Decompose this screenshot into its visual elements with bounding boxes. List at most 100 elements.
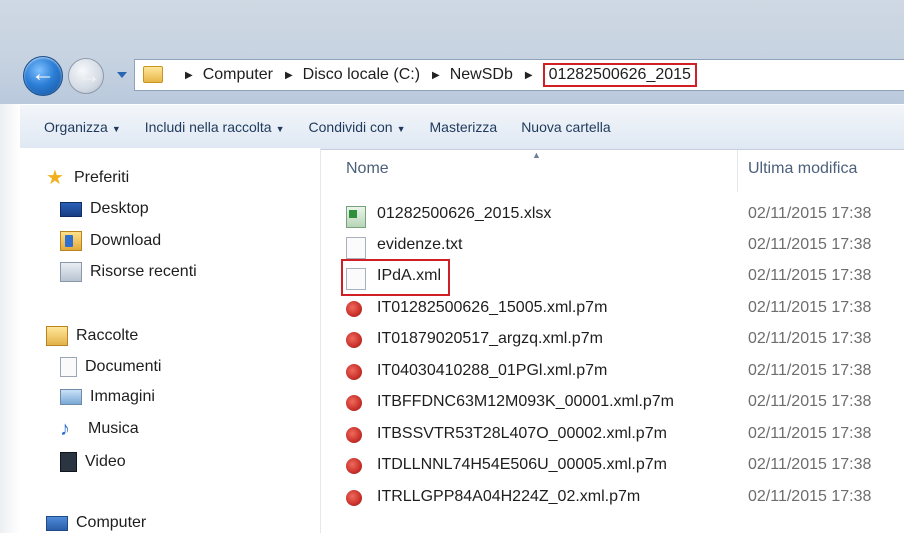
star-icon: ★ — [46, 167, 64, 189]
nav-label: Risorse recenti — [90, 263, 197, 280]
music-icon: ♪ — [60, 418, 70, 440]
share-with-menu[interactable]: Condividi con ▼ — [309, 119, 406, 135]
nav-label: Computer — [76, 514, 147, 531]
command-bar: Organizza ▼ Includi nella raccolta ▼ Condi… — [20, 104, 904, 150]
desktop-icon — [60, 201, 82, 217]
chevron-down-icon: ▼ — [396, 124, 406, 134]
images-icon — [60, 389, 82, 405]
address-bar[interactable]: ▶ Computer ▶ Disco locale (C:) ▶ NewSDb … — [134, 59, 904, 91]
organize-label: Organizza — [44, 119, 108, 135]
navigation-pane: ★ Preferiti Desktop Download Risorse rec… — [20, 148, 321, 533]
file-row[interactable]: ITBFFDNC63M12M093K_00001.xml.p7m 02/11/2… — [321, 388, 904, 419]
signed-file-icon — [346, 490, 362, 506]
file-row[interactable]: evidenze.txt 02/11/2015 17:38 — [321, 231, 904, 262]
chevron-right-icon[interactable]: ▶ — [285, 70, 293, 81]
file-modified: 02/11/2015 17:38 — [748, 236, 872, 253]
folder-icon — [143, 66, 163, 83]
nav-item-documents[interactable]: Documenti — [60, 357, 161, 377]
xml-file-icon — [346, 268, 366, 290]
chevron-right-icon[interactable]: ▶ — [432, 70, 440, 81]
download-folder-icon — [60, 231, 82, 251]
file-name: evidenze.txt — [377, 236, 463, 253]
nav-label: Immagini — [90, 388, 155, 405]
file-row[interactable]: IT01282500626_15005.xml.p7m 02/11/2015 1… — [321, 294, 904, 325]
column-divider[interactable] — [737, 150, 738, 192]
sort-ascending-icon: ▲ — [532, 150, 541, 160]
back-button[interactable]: ← — [23, 56, 63, 96]
new-folder-button[interactable]: Nuova cartella — [521, 119, 611, 135]
file-name: IT01282500626_15005.xml.p7m — [377, 299, 608, 316]
forward-arrow-icon: → — [77, 62, 101, 89]
breadcrumb: ▶ Computer ▶ Disco locale (C:) ▶ NewSDb … — [173, 60, 697, 90]
file-modified: 02/11/2015 17:38 — [748, 425, 872, 442]
column-header-modified[interactable]: Ultima modifica — [748, 160, 857, 178]
nav-item-desktop[interactable]: Desktop — [60, 200, 149, 218]
forward-button[interactable]: → — [68, 58, 104, 94]
nav-label: Musica — [88, 420, 139, 437]
file-modified: 02/11/2015 17:38 — [748, 362, 872, 379]
excel-icon — [346, 206, 366, 228]
signed-file-icon — [346, 427, 362, 443]
file-row[interactable]: ITRLLGPP84A04H224Z_02.xml.p7m 02/11/2015… — [321, 483, 904, 514]
breadcrumb-current-folder[interactable]: 01282500626_2015 — [542, 63, 697, 87]
chevron-down-icon: ▼ — [275, 124, 285, 134]
nav-item-images[interactable]: Immagini — [60, 388, 155, 406]
nav-label: Documenti — [85, 358, 162, 375]
file-row[interactable]: ITDLLNNL74H54E506U_00005.xml.p7m 02/11/2… — [321, 451, 904, 482]
include-label: Includi nella raccolta — [144, 119, 272, 135]
burn-button[interactable]: Masterizza — [430, 119, 498, 135]
breadcrumb-newsdb[interactable]: NewSDb — [450, 66, 513, 84]
text-file-icon — [346, 237, 366, 259]
nav-item-recent[interactable]: Risorse recenti — [60, 262, 197, 282]
breadcrumb-computer[interactable]: Computer — [203, 66, 273, 84]
nav-item-video[interactable]: Video — [60, 452, 126, 472]
chevron-right-icon[interactable]: ▶ — [525, 70, 533, 81]
share-label: Condividi con — [308, 119, 393, 135]
signed-file-icon — [346, 395, 362, 411]
file-modified: 02/11/2015 17:38 — [748, 488, 872, 505]
breadcrumb-local-disk[interactable]: Disco locale (C:) — [303, 66, 420, 84]
file-row[interactable]: IT04030410288_01PGl.xml.p7m 02/11/2015 1… — [321, 357, 904, 388]
documents-icon — [60, 357, 77, 377]
file-name: ITRLLGPP84A04H224Z_02.xml.p7m — [377, 488, 641, 505]
file-row[interactable]: 01282500626_2015.xlsx 02/11/2015 17:38 — [321, 200, 904, 231]
file-modified: 02/11/2015 17:38 — [748, 393, 872, 410]
file-name: IT01879020517_argzq.xml.p7m — [377, 330, 603, 347]
nav-label: Preferiti — [74, 169, 130, 186]
nav-label: Download — [90, 232, 162, 249]
recent-places-icon — [60, 262, 82, 282]
signed-file-icon — [346, 301, 362, 317]
computer-icon — [46, 515, 68, 531]
file-name: IPdA.xml — [377, 267, 442, 284]
nav-label: Raccolte — [76, 327, 139, 344]
file-row[interactable]: IT01879020517_argzq.xml.p7m 02/11/2015 1… — [321, 325, 904, 356]
file-name: ITBFFDNC63M12M093K_00001.xml.p7m — [377, 393, 675, 410]
nav-item-computer[interactable]: Computer — [46, 514, 146, 532]
nav-label: Video — [85, 453, 126, 470]
file-name: ITDLLNNL74H54E506U_00005.xml.p7m — [377, 456, 667, 473]
file-modified: 02/11/2015 17:38 — [748, 205, 872, 222]
file-row[interactable]: IPdA.xml 02/11/2015 17:38 — [321, 259, 904, 296]
file-name: ITBSSVTR53T28L407O_00002.xml.p7m — [377, 425, 667, 442]
file-modified: 02/11/2015 17:38 — [748, 330, 872, 347]
nav-item-music[interactable]: ♪ Musica — [60, 418, 139, 440]
file-modified: 02/11/2015 17:38 — [748, 456, 872, 473]
nav-item-favorites[interactable]: ★ Preferiti — [46, 167, 130, 189]
organize-menu[interactable]: Organizza ▼ — [44, 119, 121, 135]
chevron-down-icon: ▼ — [111, 124, 121, 134]
signed-file-icon — [346, 458, 362, 474]
column-header-row: Nome ▲ Ultima modifica — [321, 150, 904, 192]
file-name: IT04030410288_01PGl.xml.p7m — [377, 362, 608, 379]
signed-file-icon — [346, 332, 362, 348]
file-name: 01282500626_2015.xlsx — [377, 205, 552, 222]
chevron-right-icon[interactable]: ▶ — [185, 70, 193, 81]
file-modified: 02/11/2015 17:38 — [748, 299, 872, 316]
include-in-library-menu[interactable]: Includi nella raccolta ▼ — [145, 119, 285, 135]
file-modified: 02/11/2015 17:38 — [748, 267, 872, 284]
file-row[interactable]: ITBSSVTR53T28L407O_00002.xml.p7m 02/11/2… — [321, 420, 904, 451]
nav-item-libraries[interactable]: Raccolte — [46, 326, 138, 346]
nav-item-download[interactable]: Download — [60, 231, 161, 251]
libraries-icon — [46, 326, 68, 346]
recent-pages-dropdown-icon[interactable] — [117, 72, 127, 78]
column-header-name[interactable]: Nome — [346, 160, 389, 178]
